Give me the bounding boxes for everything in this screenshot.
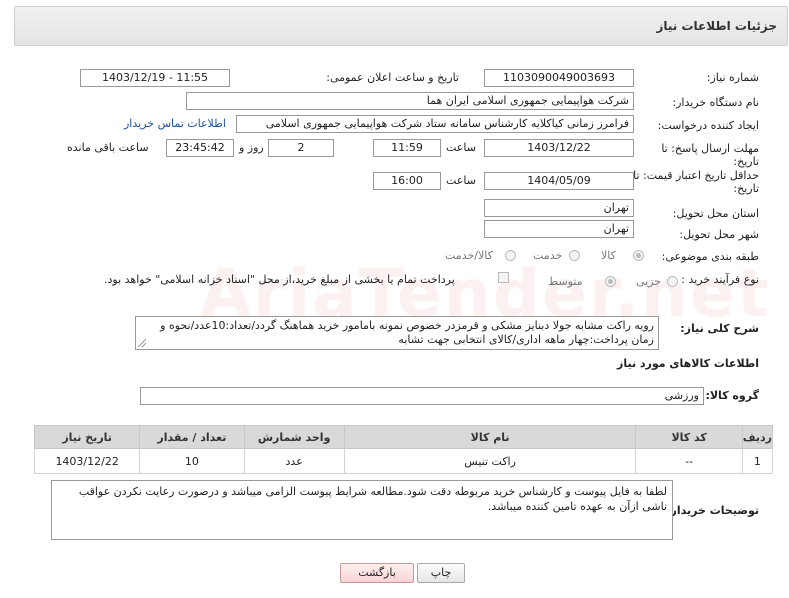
cell-qty: 10 — [139, 448, 245, 474]
col-unit-header: واحد شمارش — [243, 425, 345, 449]
general-description-text[interactable]: رویه راکت مشابه جولا دبنایز مشکی و قرمزد… — [135, 316, 659, 350]
cell-name: راکت تنیس — [343, 448, 637, 474]
requester-label: ایجاد کننده درخواست: — [657, 119, 759, 132]
announce-datetime-label: تاریخ و ساعت اعلان عمومی: — [326, 71, 459, 84]
resize-grip-icon[interactable] — [138, 339, 146, 347]
requester-field[interactable]: فرامرز زمانی کیاکلایه کارشناس سامانه ستا… — [236, 115, 634, 133]
print-button[interactable]: چاپ — [417, 563, 465, 583]
price-validity-label: حداقل تاریخ اعتبار قیمت: تا — [633, 169, 759, 182]
items-table-header: ردیف کد کالا نام کالا واحد شمارش تعداد /… — [33, 425, 774, 449]
reply-deadline-date-field[interactable]: 1403/12/22 — [484, 139, 634, 157]
reply-deadline-time-label: ساعت — [446, 141, 476, 154]
panel-title: جزئیات اطلاعات نیاز — [656, 19, 777, 33]
col-date-header: تاریخ نیاز — [33, 425, 141, 449]
cell-date: 1403/12/22 — [33, 448, 141, 474]
col-qty-header: تعداد / مقدار — [139, 425, 245, 449]
days-label: روز و — [239, 141, 264, 154]
delivery-province-label: استان محل تحویل: — [672, 207, 759, 220]
process-medium-label: متوسط — [548, 275, 583, 288]
buyer-notes-text[interactable]: لطفا به فایل پیوست و کارشناس خرید مربوطه… — [51, 480, 673, 540]
category-service-radio[interactable] — [569, 250, 580, 261]
goods-info-title: اطلاعات کالاهای مورد نیاز — [617, 357, 759, 370]
delivery-city-label: شهر محل تحویل: — [679, 228, 759, 241]
buyer-org-label: نام دستگاه خریدار: — [672, 96, 759, 109]
table-row: 1 -- راکت تنیس عدد 10 1403/12/22 — [33, 448, 774, 474]
category-service-label: خدمت — [533, 249, 563, 262]
cell-row: 1 — [741, 448, 774, 474]
items-table: ردیف کد کالا نام کالا واحد شمارش تعداد /… — [33, 425, 774, 474]
category-goods-label: کالا — [601, 249, 616, 262]
delivery-province-field[interactable]: تهران — [484, 199, 634, 217]
price-validity-time-field[interactable]: 16:00 — [373, 172, 441, 190]
price-validity-date-field[interactable]: 1404/05/09 — [484, 172, 634, 190]
delivery-city-field[interactable]: تهران — [484, 220, 634, 238]
purchase-process-label: نوع فرآیند خرید : — [681, 273, 759, 286]
buyer-contact-link[interactable]: اطلاعات تماس خریدار — [124, 117, 226, 130]
cell-code: -- — [635, 448, 743, 474]
treasury-payment-note: پرداخت تمام یا بخشی از مبلغ خرید،از محل … — [104, 273, 455, 286]
need-number-label: شماره نیاز: — [706, 71, 759, 84]
general-description-value: رویه راکت مشابه جولا دبنایز مشکی و قرمزد… — [160, 319, 654, 346]
col-row-header: ردیف — [741, 425, 774, 449]
price-validity-label-2: تاریخ: — [733, 182, 759, 195]
back-button[interactable]: بازگشت — [340, 563, 414, 583]
reply-deadline-time-field[interactable]: 11:59 — [373, 139, 441, 157]
process-medium-radio[interactable] — [605, 276, 616, 287]
goods-group-label: گروه کالا: — [705, 389, 759, 402]
process-partial-label: جزیی — [636, 275, 662, 288]
col-name-header: نام کالا — [343, 425, 637, 449]
buyer-org-field[interactable]: شرکت هواپیمایی جمهوری اسلامی ایران هما — [186, 92, 634, 110]
category-goods-service-label: کالا/خدمت — [445, 249, 493, 262]
reply-deadline-label: مهلت ارسال پاسخ: تا — [661, 142, 759, 155]
buyer-notes-label: توضیحات خریدار: — [666, 504, 759, 517]
remaining-time-field[interactable]: 23:45:42 — [166, 139, 234, 157]
details-panel-header: جزئیات اطلاعات نیاز — [14, 6, 788, 46]
treasury-payment-checkbox[interactable] — [498, 272, 509, 283]
category-goods-service-radio[interactable] — [505, 250, 516, 261]
remaining-days-field[interactable]: 2 — [268, 139, 334, 157]
general-description-label: شرح کلی نیاز: — [680, 322, 759, 335]
announce-datetime-field[interactable]: 1403/12/19 - 11:55 — [80, 69, 230, 87]
category-label: طبقه بندی موضوعی: — [661, 250, 759, 263]
col-code-header: کد کالا — [635, 425, 743, 449]
process-partial-radio[interactable] — [667, 276, 678, 287]
goods-group-field[interactable]: ورزشی — [140, 387, 704, 405]
category-goods-radio[interactable] — [633, 250, 644, 261]
cell-unit: عدد — [243, 448, 345, 474]
price-validity-time-label: ساعت — [446, 174, 476, 187]
need-number-field[interactable]: 1103090049003693 — [484, 69, 634, 87]
reply-deadline-label-2: تاریخ: — [733, 155, 759, 168]
remaining-time-label: ساعت باقی مانده — [67, 141, 149, 154]
